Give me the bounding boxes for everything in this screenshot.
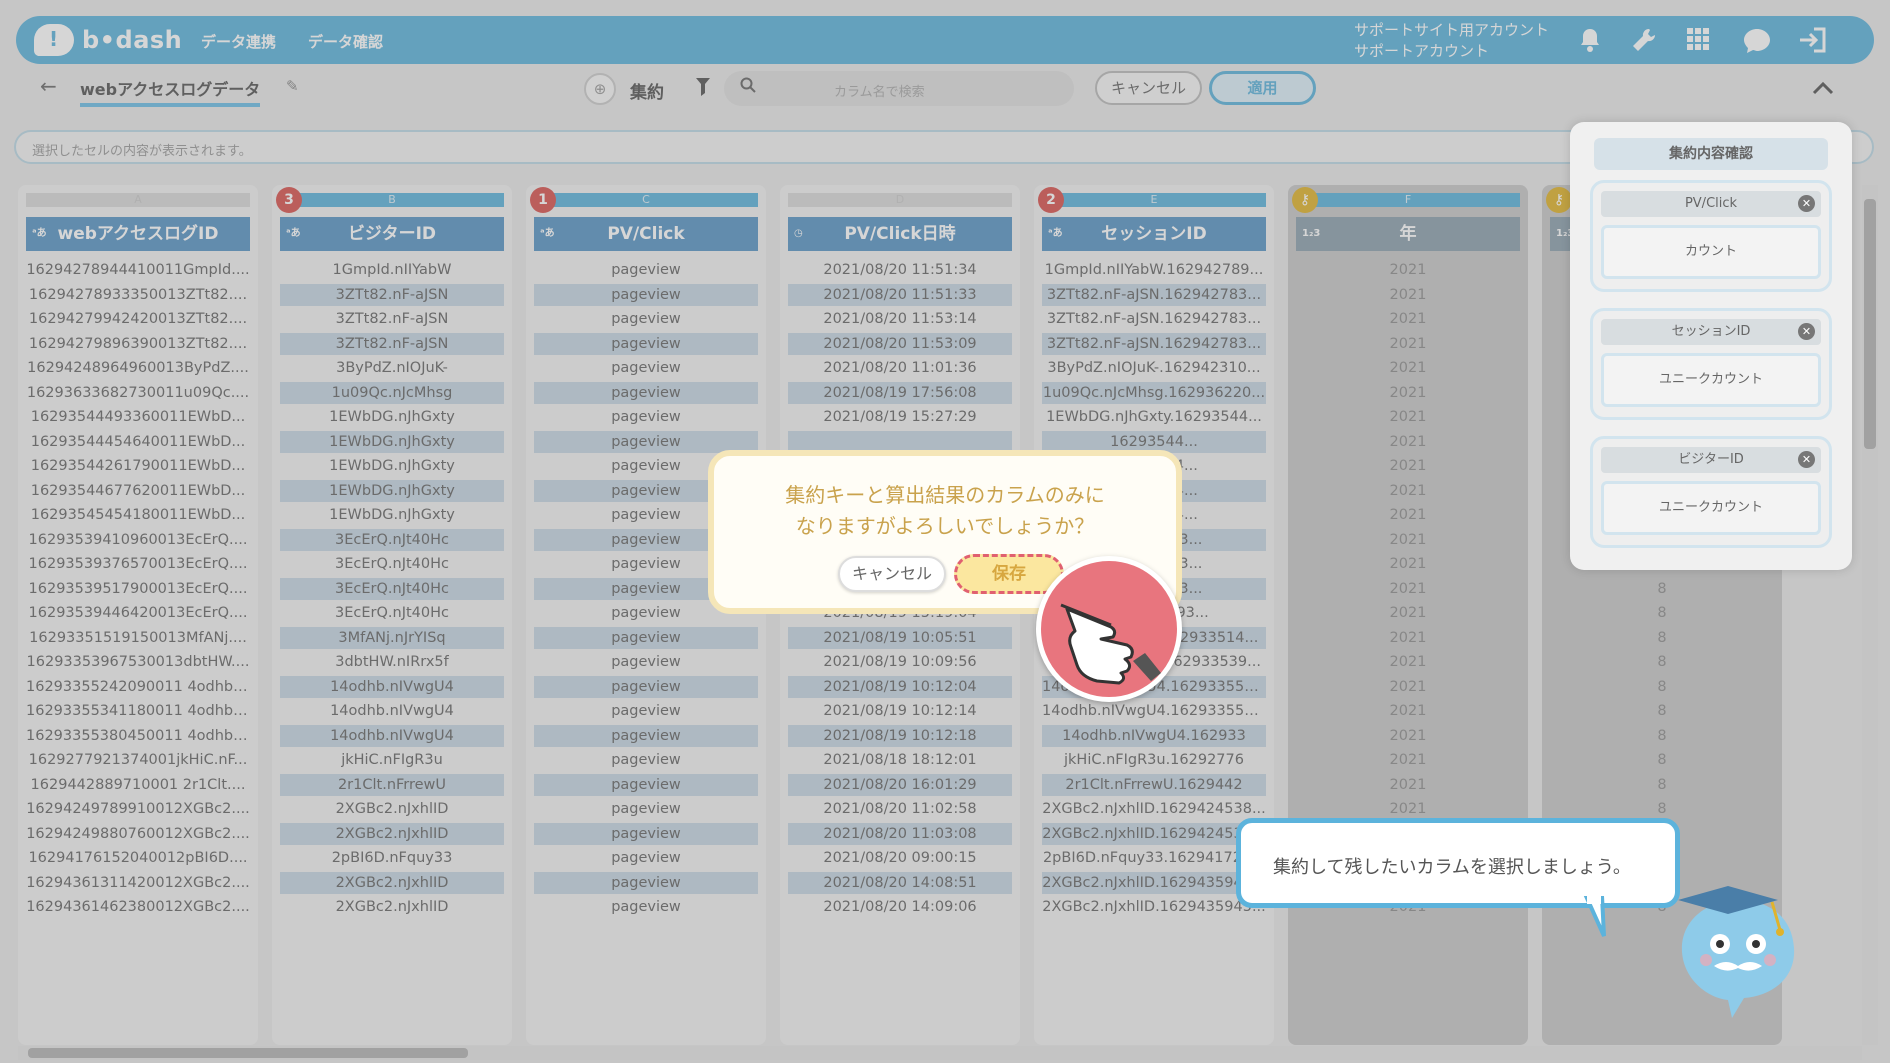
aggregation-item: ビジターID ✕ ユニークカウント: [1590, 436, 1832, 548]
dialog-cancel-button[interactable]: キャンセル: [838, 556, 946, 592]
pointing-hand-icon: [1036, 556, 1182, 702]
dialog-message-line: 集約キーと算出結果のカラムのみに: [785, 483, 1105, 507]
aggregation-method[interactable]: カウント: [1601, 225, 1821, 279]
aggregation-method[interactable]: ユニークカウント: [1601, 481, 1821, 535]
aggregation-item: セッションID ✕ ユニークカウント: [1590, 308, 1832, 420]
remove-icon[interactable]: ✕: [1798, 323, 1815, 340]
remove-icon[interactable]: ✕: [1798, 195, 1815, 212]
guide-tooltip: 集約して残したいカラムを選択しましょう。: [1236, 818, 1680, 908]
guide-tooltip-text: 集約して残したいカラムを選択しましょう。: [1273, 857, 1631, 878]
aggregation-panel-title: 集約内容確認: [1594, 138, 1828, 170]
tooltip-tail: [1583, 896, 1606, 937]
mascot-icon: [1678, 886, 1795, 1018]
aggregation-method[interactable]: ユニークカウント: [1601, 353, 1821, 407]
aggregation-column-name: セッションID: [1601, 319, 1821, 345]
dialog-message-line: なりますがよろしいでしょうか？: [795, 514, 1095, 538]
aggregation-item: PV/Click ✕ カウント: [1590, 180, 1832, 292]
aggregation-column-name: ビジターID: [1601, 447, 1821, 473]
remove-icon[interactable]: ✕: [1798, 451, 1815, 468]
dialog-message: 集約キーと算出結果のカラムのみに なりますがよろしいでしょうか？: [714, 480, 1176, 542]
aggregation-column-name: PV/Click: [1601, 191, 1821, 217]
aggregation-summary-panel: 集約内容確認 PV/Click ✕ カウント セッションID ✕ ユニークカウン…: [1570, 122, 1852, 570]
